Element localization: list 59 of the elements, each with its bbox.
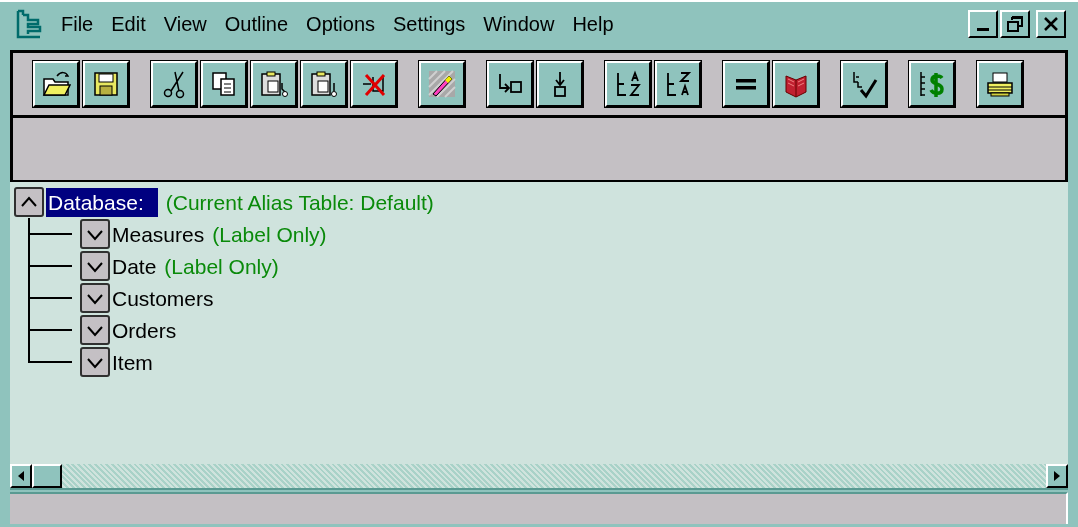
toolbar-button[interactable]: [151, 61, 197, 107]
tree-node[interactable]: Measures: [112, 223, 205, 245]
right-arrow-icon: [1054, 471, 1060, 481]
scroll-right-button[interactable]: [1046, 464, 1068, 488]
tree-node[interactable]: Item: [112, 351, 153, 373]
minimize-icon: [977, 28, 989, 31]
highlighter-icon: [427, 69, 457, 99]
menu-item[interactable]: File: [54, 9, 101, 39]
menu-item[interactable]: Outline: [217, 9, 296, 39]
toolbar-button[interactable]: [605, 61, 651, 107]
tree-node[interactable]: Customers: [112, 287, 214, 309]
tree-node[interactable]: Orders: [112, 319, 177, 341]
toolbar-button[interactable]: [351, 61, 397, 107]
close-button[interactable]: [1036, 10, 1066, 38]
menu-item[interactable]: Help: [565, 9, 621, 39]
expand-toggle[interactable]: [80, 347, 110, 377]
clipboard-icon: [309, 69, 339, 99]
expand-toggle[interactable]: [80, 251, 110, 281]
scroll-thumb[interactable]: [32, 464, 62, 488]
item-note: (Label Only): [212, 223, 327, 245]
minimize-button[interactable]: [968, 10, 998, 38]
left-arrow-icon: [18, 471, 24, 481]
toolbar-button[interactable]: [201, 61, 247, 107]
toolbar-button[interactable]: [419, 61, 465, 107]
toolbar-button[interactable]: [723, 61, 769, 107]
toolbar-button[interactable]: [909, 61, 955, 107]
dollar-icon: [917, 69, 947, 99]
toolbar-button[interactable]: [33, 61, 79, 107]
menu-item[interactable]: View: [156, 9, 214, 39]
menu-item[interactable]: Edit: [104, 9, 153, 39]
printer-icon: [985, 69, 1015, 99]
toolbar-button[interactable]: [301, 61, 347, 107]
expand-toggle[interactable]: [80, 315, 110, 345]
item-note: (Current Alias Table: Default): [165, 191, 434, 213]
tree-node[interactable]: Date: [112, 255, 157, 277]
menu-item[interactable]: Settings: [386, 9, 473, 39]
menu-item[interactable]: Window: [476, 9, 562, 39]
expand-toggle[interactable]: [80, 219, 110, 249]
app-logo-icon[interactable]: [14, 9, 44, 39]
toolbar-button[interactable]: [83, 61, 129, 107]
expand-toggle[interactable]: [80, 283, 110, 313]
scrollbar[interactable]: [10, 464, 1068, 490]
scroll-left-button[interactable]: [10, 464, 32, 488]
menu-item[interactable]: Options: [299, 9, 382, 39]
toolbar-button[interactable]: [773, 61, 819, 107]
toolbar-button[interactable]: [977, 61, 1023, 107]
toolbar-button[interactable]: [841, 61, 887, 107]
close-icon: [1043, 16, 1059, 32]
folder-icon: [41, 69, 71, 99]
restore-icon: [1007, 16, 1023, 32]
toolbar-button[interactable]: [655, 61, 701, 107]
toolbar-button[interactable]: [537, 61, 583, 107]
item-note: (Label Only): [164, 255, 279, 277]
toolbar-button[interactable]: [487, 61, 533, 107]
clipboard-icon: [259, 69, 289, 99]
expand-toggle[interactable]: [14, 187, 44, 217]
tree-node[interactable]: Database:: [46, 187, 158, 217]
toolbar-button[interactable]: [251, 61, 297, 107]
restore-button[interactable]: [1000, 10, 1030, 38]
